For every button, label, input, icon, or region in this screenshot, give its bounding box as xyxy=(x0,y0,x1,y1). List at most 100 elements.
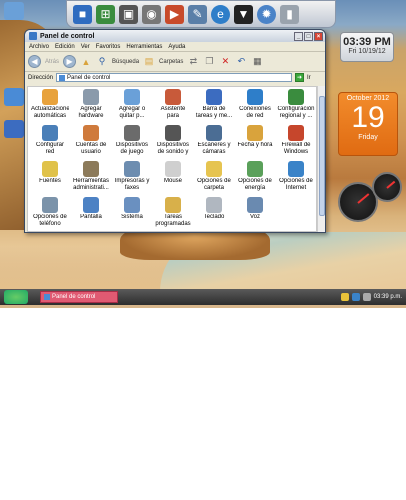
move-to-icon[interactable]: ⇄ xyxy=(187,56,199,68)
control-panel-item-icon xyxy=(124,125,140,141)
taskbar-item-control-panel[interactable]: Panel de control xyxy=(40,291,118,303)
internet-explorer-icon[interactable]: e xyxy=(211,4,230,24)
control-panel-item-icon xyxy=(124,197,140,213)
control-panel-item-icon xyxy=(42,89,58,105)
control-panel-item-label: Mouse xyxy=(163,178,182,184)
folders-button[interactable]: Carpetas xyxy=(159,59,183,65)
control-panel-item[interactable]: Sistema xyxy=(113,197,151,233)
control-panel-item[interactable]: Voz xyxy=(236,197,274,233)
control-panel-item[interactable]: Configurar red inalámbrica xyxy=(31,125,69,161)
control-panel-item-label: Conexiones de red xyxy=(239,106,271,119)
undo-icon[interactable]: ↶ xyxy=(235,56,247,68)
taskbar-item-label: Panel de control xyxy=(52,294,96,300)
control-panel-item[interactable]: Opciones de carpeta xyxy=(195,161,233,197)
control-panel-item-label: Herramientas administrati... xyxy=(72,178,109,191)
control-panel-item[interactable]: Dispositivos de juego xyxy=(113,125,151,161)
terminal-icon[interactable]: ▣ xyxy=(119,4,138,24)
control-panel-item[interactable]: Opciones de Internet xyxy=(277,161,315,197)
desktop-icon-network[interactable] xyxy=(4,88,24,106)
control-panel-item[interactable]: Barra de tareas y me... xyxy=(195,89,233,125)
control-panel-item[interactable]: Tareas programadas xyxy=(154,197,192,233)
go-arrow-icon[interactable]: ➜ xyxy=(295,73,305,82)
calendar-weekday: Friday xyxy=(358,134,378,141)
control-panel-item-label: Pantalla xyxy=(80,214,102,220)
tray-clock[interactable]: 03:39 p.m. xyxy=(374,294,402,300)
network-icon[interactable] xyxy=(351,293,360,301)
scrollbar-thumb[interactable] xyxy=(319,96,325,216)
control-panel-item[interactable]: Configuración regional y ... xyxy=(277,89,315,125)
search-button[interactable]: Búsqueda xyxy=(112,59,139,65)
security-shield-icon[interactable] xyxy=(340,293,349,301)
control-panel-item-icon xyxy=(165,161,181,177)
control-panel-icon xyxy=(29,32,37,40)
up-folder-icon[interactable]: ▲ xyxy=(80,56,92,68)
control-panel-item[interactable]: Teclado xyxy=(195,197,233,233)
delete-icon[interactable]: ✕ xyxy=(219,56,231,68)
forward-arrow-icon[interactable]: ▶ xyxy=(63,55,77,68)
dock-bar: ■ ⊞ ▣ ◉ ▶ ✎ e ▼ ✹ ▮ xyxy=(66,0,336,28)
control-panel-item[interactable]: Mouse xyxy=(154,161,192,197)
clock-time: 03:39 PM xyxy=(343,36,391,48)
menu-ayuda[interactable]: Ayuda xyxy=(168,44,185,50)
address-bar: Dirección Panel de control ➜ Ir xyxy=(25,72,325,83)
control-panel-item[interactable]: Cuentas de usuario xyxy=(72,125,110,161)
computer-icon[interactable]: ■ xyxy=(73,4,92,24)
control-panel-item-icon xyxy=(247,125,263,141)
folders-icon[interactable]: ▤ xyxy=(143,56,155,68)
control-panel-item[interactable]: Agregar hardware xyxy=(72,89,110,125)
start-button[interactable] xyxy=(4,290,28,304)
windows-icon[interactable]: ⊞ xyxy=(96,4,115,24)
control-panel-item-icon xyxy=(288,125,304,141)
maximize-button[interactable]: □ xyxy=(304,31,313,41)
cpu-meter-gadget xyxy=(338,172,404,224)
control-panel-item[interactable]: Opciones de teléfono xyxy=(31,197,69,233)
minimize-button[interactable]: _ xyxy=(294,31,303,41)
control-panel-item[interactable]: Pantalla xyxy=(72,197,110,233)
control-panel-item[interactable]: Agregar o quitar p... xyxy=(113,89,151,125)
gear-icon[interactable]: ✹ xyxy=(257,4,276,24)
control-panel-item-label: Tareas programadas xyxy=(155,214,191,227)
control-panel-item[interactable]: Actualizaciones automáticas xyxy=(31,89,69,125)
menu-edicion[interactable]: Edición xyxy=(55,44,75,50)
control-panel-item-icon xyxy=(288,161,304,177)
system-tray: 03:39 p.m. xyxy=(340,293,402,301)
camera-icon[interactable]: ◉ xyxy=(142,4,161,24)
close-button[interactable]: × xyxy=(314,31,323,41)
control-panel-item-label: Actualizaciones automáticas xyxy=(31,106,69,119)
volume-icon[interactable] xyxy=(362,293,371,301)
control-panel-item[interactable]: Conexiones de red xyxy=(236,89,274,125)
control-panel-item[interactable]: Dispositivos de sonido y audio xyxy=(154,125,192,161)
control-panel-item-label: Opciones de teléfono xyxy=(33,214,67,227)
control-panel-item[interactable]: Fuentes xyxy=(31,161,69,197)
tools-icon[interactable]: ✎ xyxy=(188,4,207,24)
desktop-icon-my-computer[interactable] xyxy=(4,2,24,20)
control-panel-item[interactable]: Escáneres y cámaras xyxy=(195,125,233,161)
views-icon[interactable]: ▦ xyxy=(251,56,263,68)
desktop-icon-documents[interactable] xyxy=(4,120,24,138)
vertical-scrollbar[interactable] xyxy=(317,86,325,232)
control-panel-item[interactable]: Fecha y hora xyxy=(236,125,274,161)
control-panel-item-label: Cuentas de usuario xyxy=(75,142,107,155)
control-panel-item-label: Voz xyxy=(249,214,260,220)
recycle-bin-icon[interactable]: ▮ xyxy=(280,4,299,24)
menu-ver[interactable]: Ver xyxy=(81,44,90,50)
go-button[interactable]: Ir xyxy=(307,75,311,81)
menu-herramientas[interactable]: Herramientas xyxy=(126,44,162,50)
copy-to-icon[interactable]: ❐ xyxy=(203,56,215,68)
control-panel-item[interactable]: Firewall de Windows xyxy=(277,125,315,161)
shirt-icon[interactable]: ▼ xyxy=(234,4,253,24)
media-icon[interactable]: ▶ xyxy=(165,4,184,24)
search-icon[interactable]: ⚲ xyxy=(96,56,108,68)
menu-favoritos[interactable]: Favoritos xyxy=(96,44,121,50)
menu-archivo[interactable]: Archivo xyxy=(29,44,49,50)
control-panel-item[interactable]: Asistente para configuració... xyxy=(154,89,192,125)
control-panel-item[interactable]: Impresoras y faxes xyxy=(113,161,151,197)
control-panel-item[interactable]: Opciones de energía xyxy=(236,161,274,197)
back-arrow-icon[interactable]: ◀ xyxy=(28,55,41,68)
control-panel-item-label: Firewall de Windows xyxy=(281,142,311,155)
back-label[interactable]: Atrás xyxy=(45,59,59,65)
control-panel-item[interactable]: Herramientas administrati... xyxy=(72,161,110,197)
calendar-day: 19 xyxy=(351,101,385,134)
title-bar[interactable]: Panel de control _ □ × xyxy=(25,30,325,42)
address-field[interactable]: Panel de control xyxy=(56,73,293,82)
